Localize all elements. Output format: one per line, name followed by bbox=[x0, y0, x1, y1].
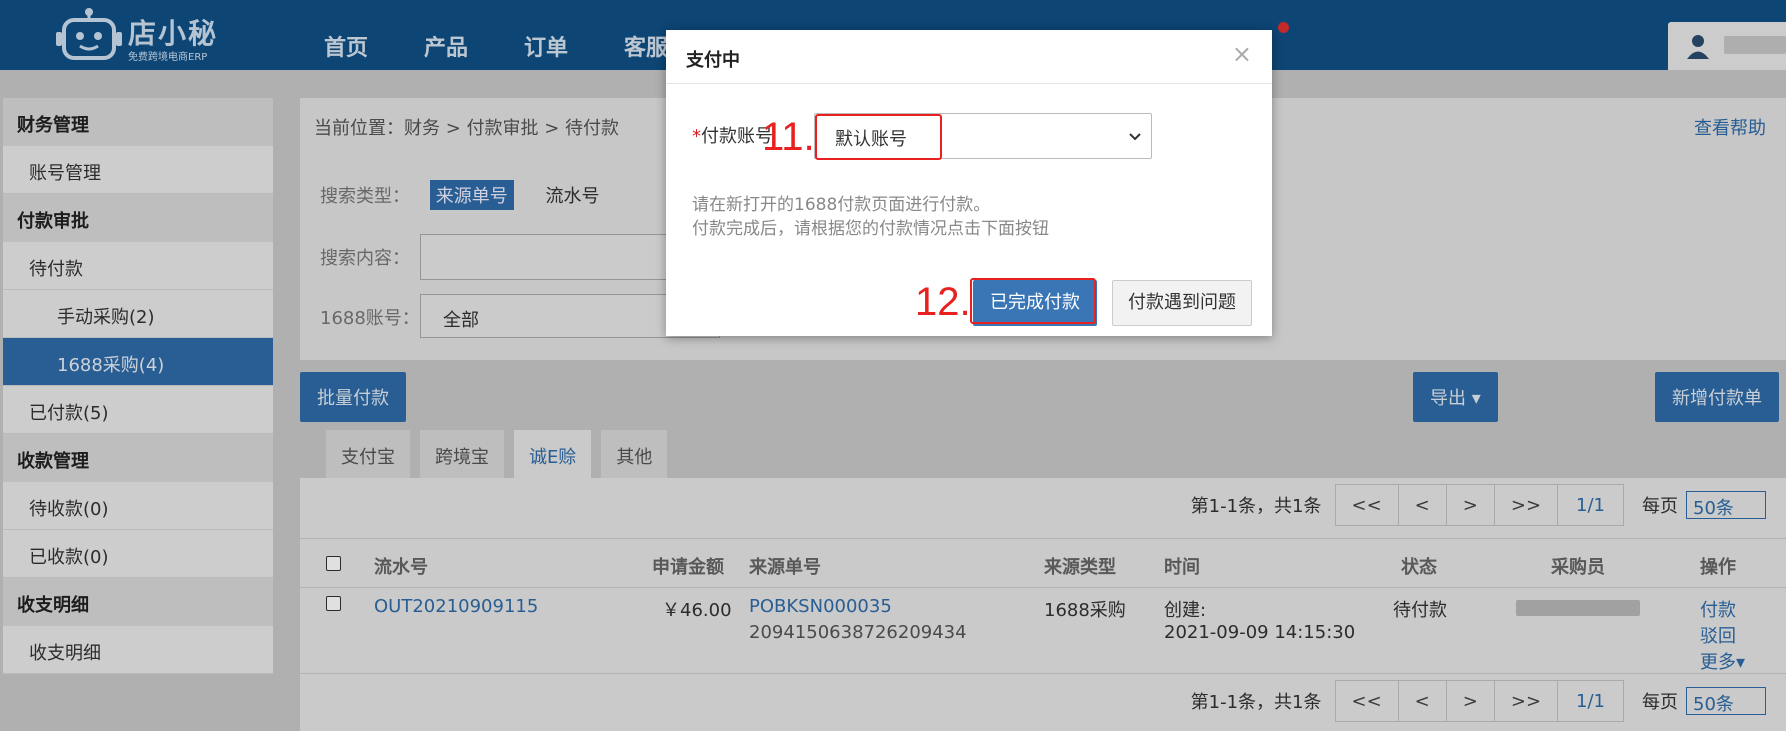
payment-account-label: *付款账号 bbox=[692, 122, 773, 148]
step-11-label: 11. bbox=[762, 115, 815, 159]
step-11-highlight-box bbox=[815, 114, 942, 160]
step-12-highlight-box bbox=[970, 278, 1096, 324]
step-12-label: 12. bbox=[915, 280, 971, 324]
dialog-header: 支付中 × bbox=[666, 30, 1272, 84]
payment-note-line-2: 付款完成后，请根据您的付款情况点击下面按钮 bbox=[692, 219, 1049, 239]
payment-note-line-1: 请在新打开的1688付款页面进行付款。 bbox=[692, 195, 991, 215]
required-mark: * bbox=[692, 126, 701, 147]
dialog-title: 支付中 bbox=[686, 50, 740, 71]
payment-problem-button[interactable]: 付款遇到问题 bbox=[1112, 280, 1252, 326]
close-icon[interactable]: × bbox=[1232, 40, 1252, 68]
chevron-down-icon bbox=[1129, 133, 1141, 141]
